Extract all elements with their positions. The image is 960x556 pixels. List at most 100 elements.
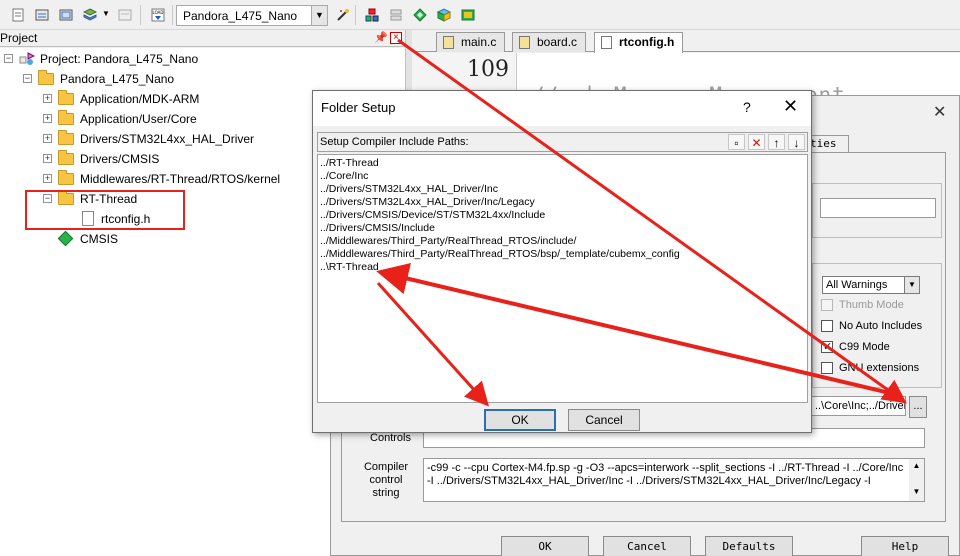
close-icon[interactable]: ✕ [783,96,798,117]
defaults-button[interactable]: Defaults [705,536,793,556]
tab-rtconfig-h[interactable]: rtconfig.h [594,32,684,53]
cancel-button[interactable]: Cancel [568,409,640,431]
list-item[interactable]: ../RT-Thread [320,157,379,170]
new-folder-icon[interactable]: ▫ [728,134,745,150]
list-item[interactable]: ../Drivers/STM32L4xx_HAL_Driver/Inc/Lega… [320,196,535,209]
help-button[interactable]: Help [861,536,949,556]
list-item[interactable]: ../Drivers/CMSIS/Device/ST/STM32L4xx/Inc… [320,209,545,222]
toolbar-separator [140,5,141,25]
manage-run-time-env-button[interactable] [410,5,430,25]
close-icon[interactable]: × [390,32,402,44]
include-paths-list[interactable]: ../RT-Thread ../Core/Inc ../Drivers/STM3… [317,154,808,403]
tree-group-label: Drivers/CMSIS [80,152,160,166]
list-item[interactable]: ../Drivers/CMSIS/Include [320,222,435,235]
expand-icon[interactable]: + [43,174,52,183]
include-paths-field[interactable]: ..\Core\Inc;../Drivers/STM32L4xx_HAL_Dri… [811,396,906,416]
list-item[interactable]: ..\RT-Thread [320,261,379,274]
c-file-icon [519,36,530,49]
include-paths-label: Setup Compiler Include Paths: [320,136,469,148]
checkbox-box [821,320,833,332]
stop-build-button[interactable] [115,5,135,25]
cancel-button[interactable]: Cancel [603,536,691,556]
thumb-mode-checkbox[interactable]: Thumb Mode [821,298,951,314]
move-down-icon[interactable]: ↓ [788,134,805,150]
ok-button[interactable]: OK [501,536,589,556]
move-up-icon[interactable]: ↑ [768,134,785,150]
build-button[interactable] [32,5,52,25]
tree-root[interactable]: − Project: Pandora_L475_Nano [0,49,405,69]
tab-main-c[interactable]: main.c [436,32,506,52]
h-file-icon [601,36,612,49]
manage-components-icon [365,8,379,22]
collapse-icon[interactable]: − [23,74,32,83]
expand-icon[interactable]: + [43,134,52,143]
target-folder-icon [38,70,54,85]
stop-build-icon [118,9,132,21]
rebuild-button[interactable] [56,5,76,25]
main-toolbar: ▼ LOAD Pandora_L475_Nano ▼ [0,0,960,30]
tree-cmsis-label: CMSIS [80,232,119,246]
include-paths-header: Setup Compiler Include Paths: ▫ ✕ ↑ ↓ [317,132,808,152]
help-icon[interactable]: ? [743,99,751,115]
pack-installer-icon [437,8,451,22]
batch-dropdown-icon[interactable]: ▼ [102,9,110,18]
delete-icon[interactable]: ✕ [748,134,765,150]
target-select-value: Pandora_L475_Nano [183,9,298,23]
toolbar-separator [355,5,356,25]
batch-build-button[interactable] [80,5,100,25]
checkbox-box [821,299,833,311]
target-options-button[interactable] [333,5,353,25]
select-packs-icon [461,9,475,21]
ok-button[interactable]: OK [484,409,556,431]
define-field[interactable] [820,198,936,218]
compiler-control-string: -c99 -c --cpu Cortex-M4.fp.sp -g -O3 --a… [423,458,925,502]
dialog-title: Folder Setup [321,100,396,115]
tab-utilities[interactable]: ties [809,135,849,152]
translate-button[interactable] [8,5,28,25]
manage-project-items-button[interactable] [362,5,382,25]
chevron-down-icon[interactable]: ▼ [311,6,327,25]
expand-icon[interactable]: + [43,94,52,103]
list-item[interactable]: ../Core/Inc [320,170,368,183]
compiler-control-label: Compiler control string [363,461,408,499]
tree-target[interactable]: − Pandora_L475_Nano [0,69,405,89]
list-item[interactable]: ../Middlewares/Third_Party/RealThread_RT… [320,248,680,261]
tree-target-label: Pandora_L475_Nano [60,72,175,86]
tree-group-label: Application/User/Core [80,112,197,126]
checkbox-box [821,362,833,374]
scrollbar[interactable]: ▲ ▼ [909,459,924,501]
expand-icon[interactable]: + [43,154,52,163]
chevron-down-icon[interactable]: ▼ [904,277,919,293]
expand-icon[interactable]: + [43,114,52,123]
folder-icon [58,170,74,185]
select-packs-button[interactable] [458,5,478,25]
list-item[interactable]: ../Middlewares/Third_Party/RealThread_RT… [320,235,576,248]
pin-icon[interactable]: 📌 [374,31,388,44]
gnu-extensions-checkbox[interactable]: GNU extensions [821,361,951,377]
pack-installer-button[interactable] [434,5,454,25]
warnings-select[interactable]: All Warnings ▼ [822,276,920,294]
list-item[interactable]: ../Drivers/STM32L4xx_HAL_Driver/Inc [320,183,498,196]
include-paths-browse-button[interactable]: ... [909,396,927,418]
folder-icon [58,90,74,105]
collapse-icon[interactable]: − [4,54,13,63]
toolbar-separator [172,5,173,25]
magic-wand-icon [337,9,349,21]
editor-tabs: main.c board.c rtconfig.h [412,30,960,53]
folder-setup-dialog: Folder Setup ? ✕ Setup Compiler Include … [312,90,812,433]
rebuild-icon [59,9,73,21]
tree-root-label: Project: Pandora_L475_Nano [40,52,199,66]
project-icon [19,52,35,65]
manage-books-button[interactable] [386,5,406,25]
dialog-titlebar: Folder Setup ? ✕ [313,91,811,126]
close-icon[interactable]: ✕ [933,102,946,122]
tab-board-c[interactable]: board.c [512,32,587,52]
project-panel-title: Project [0,31,38,45]
folder-icon [58,110,74,125]
line-number: 109 [467,57,509,82]
books-icon [390,9,402,21]
no-auto-includes-checkbox[interactable]: No Auto Includes [821,319,951,335]
download-button[interactable]: LOAD [148,5,168,25]
target-select[interactable]: Pandora_L475_Nano ▼ [176,5,328,26]
c99-mode-checkbox[interactable]: C99 Mode [821,340,951,356]
